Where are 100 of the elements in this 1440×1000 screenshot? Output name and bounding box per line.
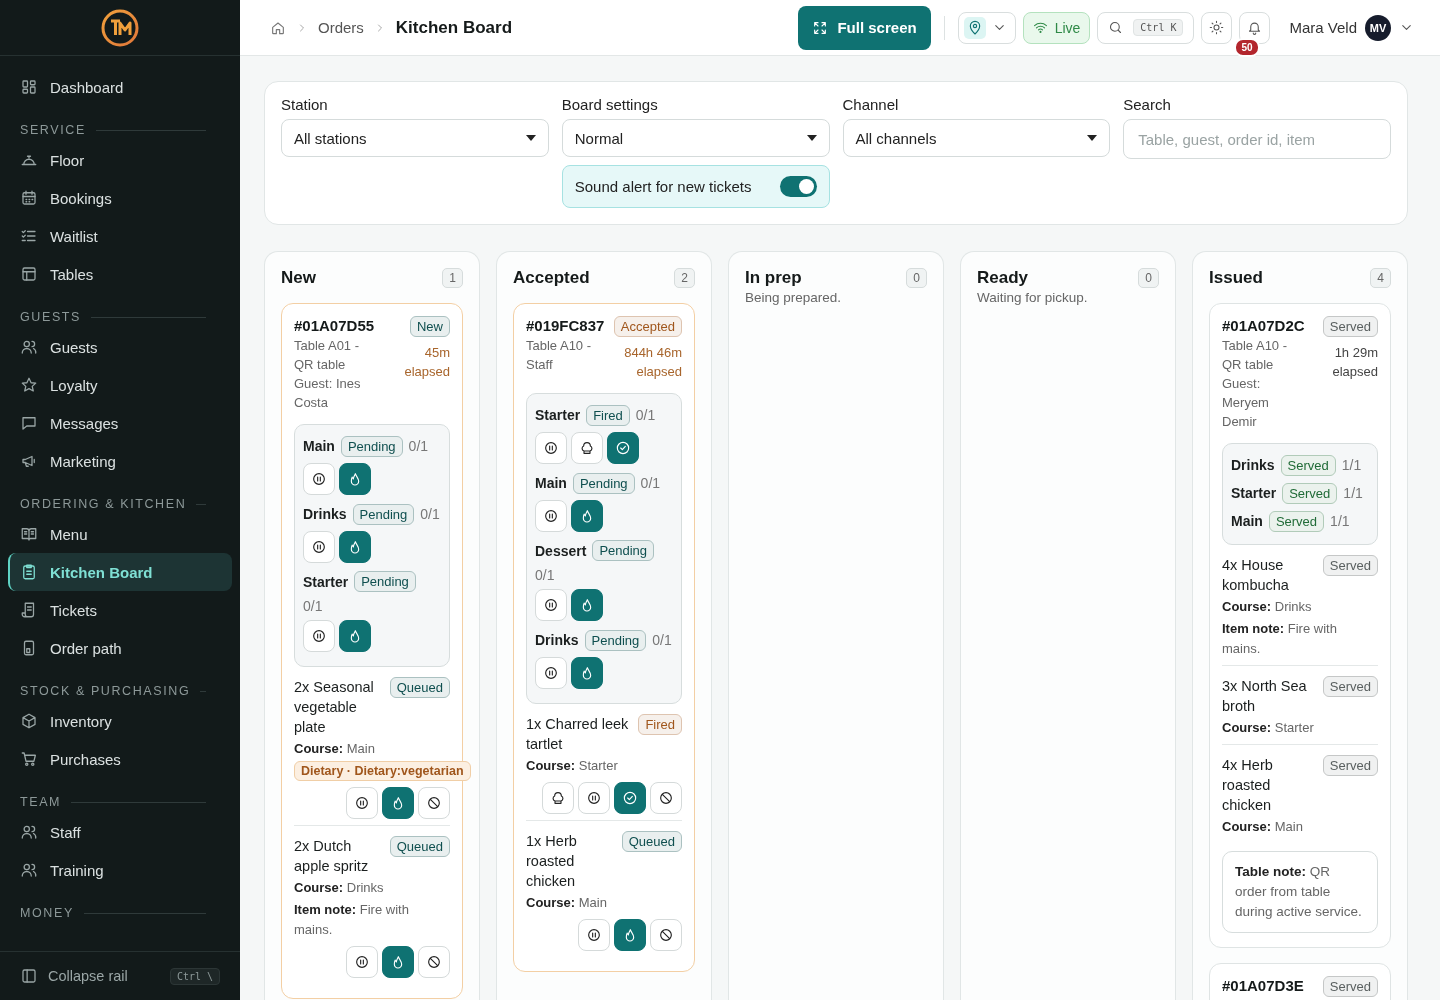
nav-item[interactable]: Staff [8,813,232,851]
theme-button[interactable] [1201,11,1233,44]
fire-button[interactable] [339,620,371,652]
pause-button[interactable] [535,432,567,464]
nav-item[interactable]: Floor [8,141,232,179]
void-button[interactable] [418,946,450,978]
pause-button[interactable] [303,531,335,563]
location-dropdown[interactable] [957,11,1016,44]
section-label: TEAM [20,795,62,809]
collapse-rail-button[interactable]: Collapse rail [20,967,128,985]
nav-item[interactable]: Loyalty [8,366,232,404]
pause-button[interactable] [578,919,610,951]
prohibited-icon [658,790,674,806]
nav-item[interactable]: Tickets [8,591,232,629]
pause-icon [586,790,602,806]
pause-button[interactable] [535,500,567,532]
pause-button[interactable] [303,463,335,495]
select-field[interactable]: All stations [281,119,549,157]
pause-button[interactable] [535,589,567,621]
nav-item[interactable]: Purchases [8,740,232,778]
item-name: 4x Herb roasted chicken [1222,756,1274,815]
shortcut-key: Ctrl \ [169,967,220,985]
pause-button[interactable] [303,620,335,652]
course-progress: 0/1 [303,598,323,614]
fire-button[interactable] [382,946,414,978]
field-label: Channel [842,96,900,113]
status-badge: Pending [354,571,416,592]
users-icon [20,861,38,879]
nav-item[interactable]: Waitlist [8,217,232,255]
item-detail: Item note: Fire with mains. [1222,620,1338,658]
pause-button[interactable] [346,946,378,978]
column-title: Ready [977,268,1029,288]
status-badge: Pending [592,540,655,561]
nav-item[interactable]: Bookings [8,179,232,217]
fire-button[interactable] [339,463,371,495]
void-button[interactable] [418,787,450,819]
wifi-icon [1032,20,1048,35]
done-button[interactable] [614,782,646,814]
count-badge: 4 [1370,268,1391,288]
done-button[interactable] [607,432,639,464]
column-subtitle: Waiting for pickup. [977,290,1089,305]
fire-button[interactable] [339,531,371,563]
pause-icon [311,471,327,487]
course-progress: 1/1 [1343,485,1363,501]
item-detail: Course: Drinks [1222,598,1313,616]
nav-item[interactable]: Training [8,851,232,889]
void-button[interactable] [650,919,682,951]
nav-item[interactable]: Messages [8,404,232,442]
status-badge: Pending [584,629,647,651]
chef-hat-button[interactable] [542,782,574,814]
item-detail: Course: Starter [526,757,619,775]
status-badge: Served [1322,676,1378,697]
select-field[interactable]: Normal [561,119,830,157]
course-progress: 0/1 [420,506,440,522]
status-badge: Fired [638,714,682,735]
full-screen-button[interactable]: Full screen [798,5,931,50]
search-field[interactable]: Table, guest, order id, item [1123,119,1391,159]
nav-item[interactable]: Marketing [8,442,232,480]
course-progress: 0/1 [640,475,661,491]
select-field[interactable]: All channels [842,119,1111,157]
item-name: 3x North Sea broth [1222,677,1308,716]
nav-item[interactable]: Menu [8,515,232,553]
pause-icon [311,628,327,644]
nav-item[interactable]: Dashboard [8,68,232,106]
order-id: #01A07D55 [294,316,376,336]
fire-button[interactable] [571,500,603,532]
course-name: Starter [535,407,581,423]
caret-icon [525,134,536,142]
pause-button[interactable] [578,782,610,814]
nav-item[interactable]: Tables [8,255,232,293]
expand-icon [812,19,829,36]
fire-button[interactable] [571,589,603,621]
fire-button[interactable] [382,787,414,819]
column-title: In prep [745,268,802,288]
notifications-button[interactable] [1239,11,1271,44]
status-badge: Served [1322,316,1378,337]
nav-item[interactable]: Order path [8,629,232,667]
pause-button[interactable] [535,657,567,689]
search-button[interactable]: Ctrl K [1097,11,1195,44]
live-button[interactable]: Live [1022,11,1091,44]
pause-icon [311,539,327,555]
chef-hat-icon [550,790,566,806]
toggle-switch[interactable] [779,176,817,197]
nav-item[interactable]: Inventory [8,702,232,740]
caret-icon [806,134,817,142]
nav-item[interactable]: Kitchen Board [8,553,232,591]
void-button[interactable] [650,782,682,814]
sidebar-panel-icon [20,967,38,985]
user-menu[interactable]: Mara Veld MV [1283,13,1420,42]
prohibited-icon [426,795,442,811]
nav-item[interactable]: Guests [8,328,232,366]
course-name: Starter [303,573,349,590]
prohibited-icon [658,927,674,943]
fire-button[interactable] [571,657,603,689]
fire-button[interactable] [614,919,646,951]
pause-button[interactable] [346,787,378,819]
breadcrumb-link[interactable]: Orders [318,19,364,36]
section-label: MONEY [20,906,74,920]
item-detail: Course: Main [1222,818,1304,836]
chef-hat-button[interactable] [571,432,603,464]
